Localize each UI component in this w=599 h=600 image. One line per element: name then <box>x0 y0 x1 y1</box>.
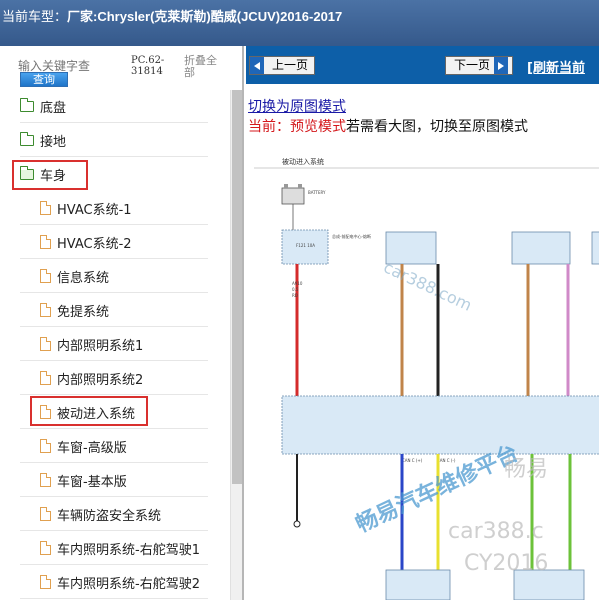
module-lower-1 <box>385 569 451 600</box>
arrow-left-icon <box>250 57 264 74</box>
file-icon <box>40 439 51 453</box>
file-icon <box>40 541 51 555</box>
file-icon <box>40 235 51 249</box>
module-upper-3 <box>591 231 599 265</box>
divider <box>20 360 208 361</box>
page-nav-bar: 上一页 下一页 [刷新当前 <box>246 46 599 84</box>
file-icon <box>40 337 51 351</box>
tree-file-label: 免提系统 <box>57 304 110 320</box>
tree-file-interior-2[interactable]: 内部照明系统2 <box>40 362 143 394</box>
tree-folder-label: 底盘 <box>40 100 67 116</box>
tree-file-label: 信息系统 <box>57 270 110 286</box>
refresh-link[interactable]: [刷新当前 <box>527 57 585 76</box>
tree-folder-label: 接地 <box>40 134 67 150</box>
battery-icon <box>281 184 305 205</box>
tree-file-info[interactable]: 信息系统 <box>40 260 109 292</box>
mode-indicator: 当前：预览模式 <box>248 119 346 135</box>
divider <box>20 122 208 123</box>
switch-to-original-link[interactable]: 切换为原图模式 <box>248 96 346 116</box>
fuse-id: F121 10A <box>296 243 315 248</box>
tree-file-anti-theft[interactable]: 车辆防盗安全系统 <box>40 498 161 530</box>
tree-file-rhd-lighting-2[interactable]: 车内照明系统-右舵驾驶2 <box>40 566 200 598</box>
left-panel: 查询 PC.62-31814 折叠全部 底盘 接地 车身 HVAC系统-1 HV… <box>0 46 244 600</box>
vehicle-model: 厂家:Chrysler(克莱斯勒)酷威(JCUV)2016-2017 <box>67 9 343 24</box>
prev-page-button[interactable]: 上一页 <box>249 56 315 75</box>
tree-file-window-basic[interactable]: 车窗-基本版 <box>40 464 127 496</box>
file-icon <box>40 371 51 385</box>
tree-file-interior-1[interactable]: 内部照明系统1 <box>40 328 143 360</box>
body-control-module <box>281 395 599 455</box>
tree-file-hvac-2[interactable]: HVAC系统-2 <box>40 226 132 258</box>
file-icon <box>40 473 51 487</box>
wire-color: RD <box>292 293 298 298</box>
divider <box>20 462 208 463</box>
ground-point <box>293 520 301 528</box>
selected-file-highlight <box>30 396 148 426</box>
diagram-title: 被动进入系统 <box>282 157 324 166</box>
tree-folder-ground[interactable]: 接地 <box>20 124 66 156</box>
fuse-box-label: 总成-前配电中心-熔断 <box>332 233 371 239</box>
prev-page-label: 上一页 <box>272 58 309 72</box>
tree-scrollbar[interactable] <box>230 90 242 600</box>
divider <box>20 394 208 395</box>
divider <box>20 496 208 497</box>
can-high-label: CAN C (+) <box>402 458 423 463</box>
wire-code: A910 <box>292 281 303 286</box>
tree-file-label: 车窗-基本版 <box>57 474 127 490</box>
tree-folder-chassis[interactable]: 底盘 <box>20 90 66 122</box>
watermark-chang-yi: 畅易 <box>504 457 548 482</box>
watermark-url: car388.com <box>381 257 475 314</box>
scrollbar-thumb[interactable] <box>232 90 242 484</box>
folder-icon <box>20 131 34 146</box>
divider <box>20 598 208 599</box>
divider <box>20 258 208 259</box>
divider <box>20 156 208 157</box>
selected-folder-highlight <box>12 160 88 190</box>
tree-file-label: HVAC系统-2 <box>57 236 132 252</box>
file-icon <box>40 575 51 589</box>
query-button[interactable]: 查询 <box>20 72 68 87</box>
tree-file-label: 内部照明系统1 <box>57 338 144 354</box>
divider <box>20 326 208 327</box>
divider <box>20 564 208 565</box>
divider <box>20 292 208 293</box>
tree-file-label: 车内照明系统-右舵驾驶2 <box>57 576 200 592</box>
can-low-label: CAN C (-) <box>437 458 456 463</box>
wiring-diagram[interactable]: 被动进入系统 BATTERY 总成-前配电中心-熔断 F121 10A A910… <box>252 150 599 600</box>
tree-file-rhd-lighting-1[interactable]: 车内照明系统-右舵驾驶1 <box>40 532 200 564</box>
folder-icon <box>20 97 34 112</box>
divider <box>20 530 208 531</box>
model-prefix: 当前车型： <box>2 10 68 25</box>
wire-gauge: 0.5 <box>292 287 299 292</box>
arrow-right-icon <box>494 57 509 74</box>
divider <box>20 224 208 225</box>
watermark-cy2016: CY2016 <box>464 551 548 576</box>
file-icon <box>40 507 51 521</box>
next-page-label: 下一页 <box>454 58 491 72</box>
content-panel: 上一页 下一页 [刷新当前 切换为原图模式 当前：预览模式若需看大图，切换至原图… <box>246 46 599 600</box>
tree-file-window-premium[interactable]: 车窗-高级版 <box>40 430 127 462</box>
tree-file-hvac-1[interactable]: HVAC系统-1 <box>40 192 132 224</box>
tree-file-label: 内部照明系统2 <box>57 372 144 388</box>
tree-file-label: 车窗-高级版 <box>57 440 127 456</box>
watermark-url-2: car388.c <box>448 519 544 544</box>
tree-file-label: 车辆防盗安全系统 <box>57 508 162 524</box>
tree-file-label: 车内照明系统-右舵驾驶1 <box>57 542 200 558</box>
collapse-all-button[interactable]: 折叠全部 <box>184 55 224 79</box>
battery-label: BATTERY <box>308 190 326 195</box>
file-icon <box>40 269 51 283</box>
mode-hint: 若需看大图，切换至原图模式 <box>346 119 528 135</box>
pc-code: PC.62-31814 <box>131 55 165 77</box>
window-title-bar: 当前车型：厂家:Chrysler(克莱斯勒)酷威(JCUV)2016-2017 <box>0 0 599 46</box>
tree-file-label: HVAC系统-1 <box>57 202 132 218</box>
search-bar: 查询 PC.62-31814 折叠全部 <box>0 46 242 90</box>
tree-file-handsfree[interactable]: 免提系统 <box>40 294 109 326</box>
view-mode-status: 当前：预览模式若需看大图，切换至原图模式 <box>248 116 528 136</box>
module-upper-2 <box>511 231 571 265</box>
divider <box>20 428 208 429</box>
file-icon <box>40 303 51 317</box>
file-icon <box>40 201 51 215</box>
next-page-button[interactable]: 下一页 <box>445 56 513 75</box>
